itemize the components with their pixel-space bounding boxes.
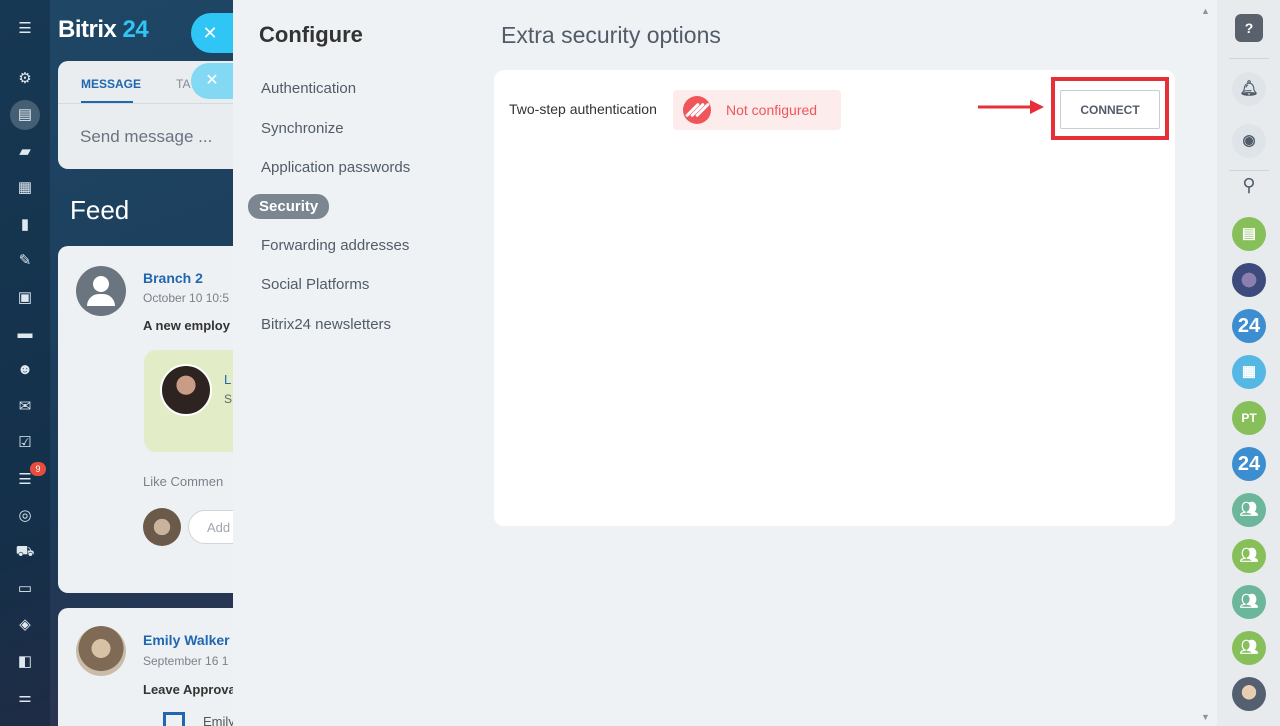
group-chat-icon[interactable]: 👥︎ <box>1232 585 1266 619</box>
post-date: September 16 1 <box>143 654 229 668</box>
menu-item-social-platforms[interactable]: Social Platforms <box>261 276 369 293</box>
menu-hamburger-icon[interactable]: ☰ <box>14 18 36 40</box>
panel-title: Configure <box>259 22 363 47</box>
right-sidebar: ? 🔔︎ ◉ ⚲ ▤ 24 ▦ PT 24 👥︎ 👥︎ 👥︎ 👥︎ <box>1217 0 1280 726</box>
automation-icon[interactable]: ◧ <box>14 651 36 673</box>
bitrix-logo: Bitrix 24 <box>58 16 149 44</box>
close-slider-button[interactable]: ✕ <box>191 13 233 53</box>
post-sub: Emily <box>203 714 235 726</box>
post-actions[interactable]: Like Commen <box>143 474 223 489</box>
companies-icon[interactable]: ⚙ <box>14 68 36 90</box>
documents-icon[interactable]: ▮ <box>14 214 36 236</box>
warning-stripes-icon <box>683 96 711 124</box>
send-message-input[interactable]: Send message ... <box>80 127 212 147</box>
menu-item-forwarding-addresses[interactable]: Forwarding addresses <box>261 237 409 254</box>
chat-bubble-icon[interactable]: ◉ <box>1232 124 1266 158</box>
tasks-icon[interactable]: ☑ <box>14 432 36 454</box>
card-name: L <box>224 372 232 387</box>
chat-group-icon[interactable]: ▤ <box>1232 217 1266 251</box>
document-icon <box>163 712 185 726</box>
section-title: Extra security options <box>501 22 721 48</box>
tab-tasks[interactable]: TA <box>176 77 190 91</box>
sign-icon[interactable]: ✎ <box>14 250 36 272</box>
avatar <box>143 508 181 546</box>
post-text: A new employ <box>143 318 230 333</box>
close-underlying-slider-button[interactable]: ✕ <box>191 63 233 99</box>
connect-button[interactable]: CONNECT <box>1060 90 1160 129</box>
avatar[interactable] <box>1232 263 1266 297</box>
contacts-icon[interactable]: ▭ <box>14 578 36 600</box>
security-options-card: Two-step authentication Not configured C… <box>494 70 1175 526</box>
search-icon[interactable]: ⚲ <box>1232 168 1266 202</box>
menu-item-newsletters[interactable]: Bitrix24 newsletters <box>261 316 391 333</box>
employees-icon[interactable]: ☻ <box>14 359 36 381</box>
divider <box>1229 58 1269 59</box>
feed-post: Emily Walker September 16 1 Leave Approv… <box>58 608 258 726</box>
group-chat-icon[interactable]: 👥︎ <box>1232 631 1266 665</box>
logo-text: Bitrix <box>58 16 117 43</box>
left-navigation: ☰ ⚙ ▤ ▰ ▦ ▮ ✎ ▣ ▬ ☻ ✉ ☑ ☰ 9 ◎ ⛟ ▭ ◈ ◧ ⚌ <box>0 0 50 726</box>
pointer-arrow-icon <box>978 100 1044 114</box>
notification-badge: 9 <box>30 462 46 476</box>
menu-item-application-passwords[interactable]: Application passwords <box>261 159 410 176</box>
post-author[interactable]: Branch 2 <box>143 270 203 286</box>
status-text: Not configured <box>726 102 818 118</box>
feed-title: Feed <box>70 195 130 225</box>
status-badge: Not configured <box>673 90 841 130</box>
menu-item-security[interactable]: Security <box>248 194 330 219</box>
tab-message[interactable]: MESSAGE <box>81 77 141 91</box>
bitrix24-chat-icon[interactable]: 24 <box>1232 309 1266 343</box>
goals-icon[interactable]: ◎ <box>14 505 36 527</box>
mail-icon[interactable]: ✉ <box>14 396 36 418</box>
post-author[interactable]: Emily Walker <box>143 632 230 648</box>
feed-post: Branch 2 October 10 10:5 A new employ L … <box>58 246 258 593</box>
robot-icon[interactable]: ▣ <box>14 287 36 309</box>
calendar-icon[interactable]: ▦ <box>14 177 36 199</box>
configure-panel: Configure Authentication Synchronize App… <box>233 0 1217 726</box>
scroll-down-icon[interactable]: ▼ <box>1201 712 1210 722</box>
scroll-up-icon[interactable]: ▲ <box>1201 6 1210 16</box>
help-icon[interactable]: ? <box>1235 14 1263 42</box>
shop-icon[interactable]: ⛟ <box>14 541 36 563</box>
logo-number: 24 <box>122 16 149 43</box>
post-date: October 10 10:5 <box>143 291 230 305</box>
feed-icon[interactable]: ▤ <box>14 104 36 126</box>
avatar[interactable] <box>76 266 126 316</box>
two-step-label: Two-step authentication <box>509 101 657 117</box>
avatar[interactable] <box>76 626 126 676</box>
bell-icon[interactable]: 🔔︎ <box>1232 72 1266 106</box>
post-text: Leave Approva <box>143 682 236 697</box>
avatar[interactable] <box>1232 677 1266 711</box>
inventory-icon[interactable]: ◈ <box>14 614 36 636</box>
calendar-chat-icon[interactable]: ▦ <box>1232 355 1266 389</box>
divider <box>58 103 258 104</box>
group-chat-icon[interactable]: 👥︎ <box>1232 493 1266 527</box>
bitrix24-chat-icon[interactable]: 24 <box>1232 447 1266 481</box>
menu-item-authentication[interactable]: Authentication <box>261 80 356 97</box>
settings-sliders-icon[interactable]: ⚌ <box>14 687 36 709</box>
menu-item-synchronize[interactable]: Synchronize <box>261 120 344 137</box>
employee-avatar <box>160 364 212 416</box>
drive-icon[interactable]: ▬ <box>14 323 36 345</box>
group-chat-icon[interactable]: 👥︎ <box>1232 539 1266 573</box>
card-subtitle: S <box>224 392 233 406</box>
user-initials-avatar[interactable]: PT <box>1232 401 1266 435</box>
chat-icon[interactable]: ▰ <box>14 141 36 163</box>
